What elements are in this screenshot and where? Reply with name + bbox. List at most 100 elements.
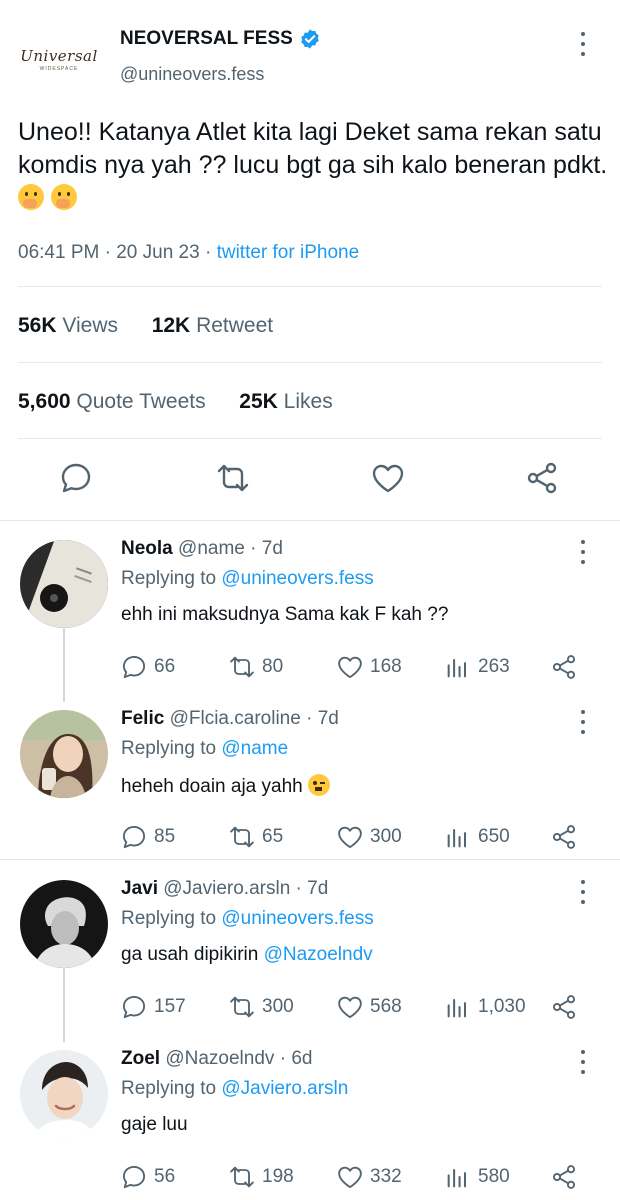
reply-author-handle[interactable]: @name xyxy=(178,538,245,559)
more-options-icon[interactable] xyxy=(580,710,586,734)
replying-to: Replying to @unineovers.fess xyxy=(121,908,374,930)
avatar-image xyxy=(20,540,108,628)
like-button[interactable]: 332 xyxy=(336,1162,402,1192)
view-count: 580 xyxy=(478,1166,510,1187)
hand-over-mouth-emoji xyxy=(50,184,77,210)
meta-separator: · xyxy=(204,242,212,263)
retweets-count[interactable]: 12K xyxy=(152,314,191,337)
reply-author-handle[interactable]: @Flcia.caroline xyxy=(170,708,301,729)
logo-subtext: WIDESPACE xyxy=(39,65,79,72)
like-count: 568 xyxy=(370,996,402,1017)
views-button[interactable]: 263 xyxy=(444,652,510,682)
likes-label[interactable]: Likes xyxy=(284,390,333,413)
reply-count: 85 xyxy=(154,826,176,847)
like-icon xyxy=(338,656,362,679)
reply-author-name[interactable]: Neola xyxy=(121,538,173,559)
mention-link[interactable]: @Nazoelndv xyxy=(264,944,373,965)
reply-header: Zoel @Nazoelndv · 6d xyxy=(121,1048,312,1070)
avatar[interactable] xyxy=(20,710,108,798)
retweets-label[interactable]: Retweet xyxy=(196,314,273,337)
retweet-button[interactable]: 80 xyxy=(228,652,283,682)
divider xyxy=(18,362,602,363)
share-button[interactable] xyxy=(550,822,578,852)
stats-row-views: 56K Views 12K Retweet xyxy=(18,314,273,338)
tweet-time: 06:41 PM xyxy=(18,242,100,263)
reply-icon xyxy=(122,825,146,849)
reply-button[interactable]: 66 xyxy=(120,652,175,682)
reply-icon xyxy=(122,655,146,679)
replying-to-handle[interactable]: @unineovers.fess xyxy=(221,908,373,929)
reply-tweet[interactable]: Javi @Javiero.arsln · 7d Replying to @un… xyxy=(0,860,620,1028)
reply-tweet[interactable]: Neola @name · 7d Replying to @unineovers… xyxy=(0,520,620,688)
replying-to: Replying to @unineovers.fess xyxy=(121,568,374,590)
avatar-image xyxy=(20,880,108,968)
meta-separator: · xyxy=(250,538,257,559)
views-count: 56K xyxy=(18,314,57,337)
tweet-action-bar xyxy=(0,456,620,502)
quotes-count[interactable]: 5,600 xyxy=(18,390,71,413)
view-count: 263 xyxy=(478,656,510,677)
retweet-icon[interactable] xyxy=(215,460,251,496)
reply-button[interactable]: 56 xyxy=(120,1162,175,1192)
tweet-source-link[interactable]: twitter for iPhone xyxy=(217,242,360,263)
share-button[interactable] xyxy=(550,992,578,1022)
like-button[interactable]: 568 xyxy=(336,992,402,1022)
reply-tweet[interactable]: Felic @Flcia.caroline · 7d Replying to @… xyxy=(0,690,620,858)
hand-over-mouth-emoji xyxy=(18,184,44,210)
account-logo[interactable]: Universal WIDESPACE xyxy=(18,28,100,90)
like-icon xyxy=(338,826,362,849)
like-icon xyxy=(338,996,362,1019)
share-icon xyxy=(552,825,576,849)
like-button[interactable]: 168 xyxy=(336,652,402,682)
replying-to-label: Replying to xyxy=(121,568,217,589)
more-options-icon[interactable] xyxy=(580,1050,586,1074)
reply-text-container: ga usah dipikirin @Nazoelndv xyxy=(121,944,373,966)
main-tweet: Universal WIDESPACE NEOVERSAL FESS @unin… xyxy=(0,0,620,520)
avatar-image xyxy=(20,710,108,798)
replying-to-handle[interactable]: @Javiero.arsln xyxy=(221,1078,348,1099)
reply-author-name[interactable]: Javi xyxy=(121,878,158,899)
replying-to-label: Replying to xyxy=(121,908,217,929)
account-name-row[interactable]: NEOVERSAL FESS xyxy=(120,28,321,50)
reply-author-handle[interactable]: @Javiero.arsln xyxy=(163,878,290,899)
retweet-button[interactable]: 198 xyxy=(228,1162,294,1192)
retweet-button[interactable]: 300 xyxy=(228,992,294,1022)
likes-count[interactable]: 25K xyxy=(239,390,278,413)
reply-icon[interactable] xyxy=(58,460,94,496)
reply-tweet[interactable]: Zoel @Nazoelndv · 6d Replying to @Javier… xyxy=(0,1030,620,1198)
reply-button[interactable]: 85 xyxy=(120,822,175,852)
quotes-label[interactable]: Quote Tweets xyxy=(76,390,205,413)
avatar[interactable] xyxy=(20,880,108,968)
like-icon[interactable] xyxy=(370,460,406,496)
tweet-date: 20 Jun 23 xyxy=(116,242,200,263)
views-icon xyxy=(447,1168,467,1188)
retweet-count: 65 xyxy=(262,826,284,847)
share-button[interactable] xyxy=(550,652,578,682)
avatar[interactable] xyxy=(20,1050,108,1138)
account-name[interactable]: NEOVERSAL FESS xyxy=(120,28,293,50)
more-options-icon[interactable] xyxy=(580,32,586,56)
retweet-button[interactable]: 65 xyxy=(228,822,283,852)
reply-text-container: heheh doain aja yahh xyxy=(121,774,330,798)
views-button[interactable]: 650 xyxy=(444,822,510,852)
share-icon[interactable] xyxy=(524,460,560,496)
reply-button[interactable]: 157 xyxy=(120,992,186,1022)
more-options-icon[interactable] xyxy=(580,880,586,904)
views-button[interactable]: 1,030 xyxy=(444,992,526,1022)
more-options-icon[interactable] xyxy=(580,540,586,564)
account-handle[interactable]: @unineovers.fess xyxy=(120,64,264,85)
replying-to-handle[interactable]: @name xyxy=(221,738,288,759)
winking-face-emoji xyxy=(308,774,330,796)
retweet-icon xyxy=(230,1166,254,1188)
retweet-count: 80 xyxy=(262,656,284,677)
reply-author-handle[interactable]: @Nazoelndv xyxy=(165,1048,274,1069)
reply-author-name[interactable]: Zoel xyxy=(121,1048,160,1069)
view-count: 650 xyxy=(478,826,510,847)
avatar[interactable] xyxy=(20,540,108,628)
views-button[interactable]: 580 xyxy=(444,1162,510,1192)
share-button[interactable] xyxy=(550,1162,578,1192)
like-button[interactable]: 300 xyxy=(336,822,402,852)
reply-author-name[interactable]: Felic xyxy=(121,708,164,729)
replying-to-handle[interactable]: @unineovers.fess xyxy=(221,568,373,589)
replying-to: Replying to @Javiero.arsln xyxy=(121,1078,348,1100)
